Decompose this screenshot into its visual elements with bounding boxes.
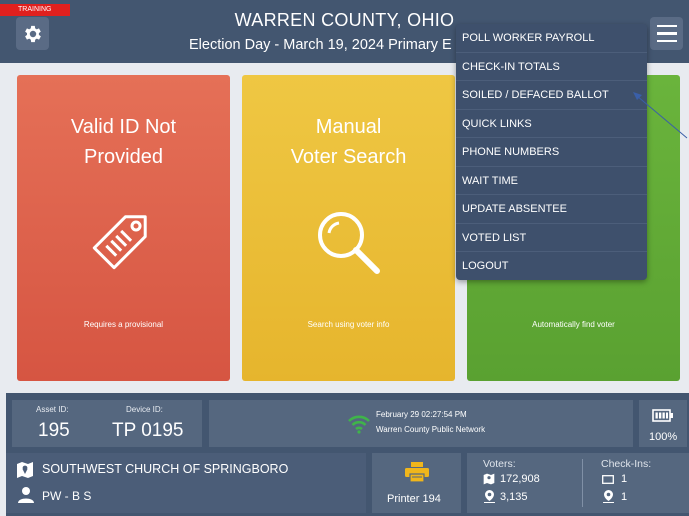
asset-id-label: Asset ID: (36, 405, 69, 414)
card-caption: Search using voter info (307, 320, 390, 329)
menu-item-logout[interactable]: LOGOUT (456, 252, 647, 281)
printer-name: Printer 194 (387, 493, 441, 505)
device-icon (602, 475, 614, 484)
dropdown-menu: POLL WORKER PAYROLL CHECK-IN TOTALS SOIL… (456, 24, 647, 280)
card-caption: Requires a provisional (83, 320, 164, 329)
map-icon (483, 473, 495, 485)
wifi-icon (348, 415, 370, 434)
battery-percent: 100% (649, 431, 678, 443)
card-title: Valid ID Not Provided (70, 116, 177, 168)
status-panel: Asset ID: 195 Device ID: TP 0195 Februar… (6, 393, 689, 516)
menu-item-wait-time[interactable]: WAIT TIME (456, 167, 647, 195)
divider (582, 459, 583, 507)
checkins-precinct: 1 (621, 491, 628, 503)
device-info-box: Asset ID: 195 Device ID: TP 0195 (12, 400, 202, 447)
menu-item-voted-list[interactable]: VOTED LIST (456, 224, 647, 252)
menu-item-poll-worker-payroll[interactable]: POLL WORKER PAYROLL (456, 24, 647, 53)
magnifier-icon (242, 205, 455, 281)
location-name: SOUTHWEST CHURCH OF SPRINGBORO (42, 462, 289, 476)
hamburger-menu-button[interactable] (650, 17, 683, 50)
counts-box: Voters: 172,908 3,135 Check-Ins: 1 1 (467, 453, 689, 513)
person-icon (18, 487, 34, 503)
election-subtitle: Election Day - March 19, 2024 Primary E (189, 37, 452, 53)
card-caption: Automatically find voter (532, 320, 615, 329)
tag-icon (17, 200, 230, 276)
battery-icon (652, 409, 673, 422)
printer-icon (405, 462, 429, 482)
menu-item-update-absentee[interactable]: UPDATE ABSENTEE (456, 195, 647, 224)
card-valid-id-not-provided[interactable]: Valid ID Not Provided Requires a provisi… (17, 75, 230, 381)
device-id-label: Device ID: (126, 405, 163, 414)
checkins-device: 1 (621, 473, 628, 485)
annotation-arrow (633, 92, 688, 139)
voters-label: Voters: (483, 458, 516, 470)
menu-item-quick-links[interactable]: QUICK LINKS (456, 110, 647, 138)
menu-item-check-in-totals[interactable]: CHECK-IN TOTALS (456, 53, 647, 81)
card-manual-voter-search[interactable]: Manual Voter Search Search using voter i… (242, 75, 455, 381)
network-box: February 29 02:27:54 PM Warren County Pu… (209, 400, 633, 447)
checkins-label: Check-Ins: (601, 458, 652, 470)
asset-id-value: 195 (38, 420, 70, 441)
printer-box[interactable]: Printer 194 (372, 453, 461, 513)
voters-precinct: 3,135 (500, 491, 528, 503)
battery-box: 100% (639, 400, 687, 447)
device-id-value: TP 0195 (112, 420, 184, 441)
location-box: SOUTHWEST CHURCH OF SPRINGBORO PW - B S (6, 453, 366, 513)
menu-item-phone-numbers[interactable]: PHONE NUMBERS (456, 138, 647, 167)
map-icon (17, 462, 33, 478)
location-pin-icon (603, 490, 614, 503)
network-name: Warren County Public Network (376, 425, 486, 434)
datetime-text: February 29 02:27:54 PM (376, 410, 467, 419)
menu-item-soiled-defaced-ballot[interactable]: SOILED / DEFACED BALLOT (456, 81, 647, 110)
hamburger-icon (656, 24, 677, 28)
precinct-name: PW - B S (42, 489, 92, 503)
voters-total: 172,908 (500, 473, 540, 485)
location-pin-icon (484, 490, 495, 503)
card-title: Manual Voter Search (290, 116, 407, 168)
